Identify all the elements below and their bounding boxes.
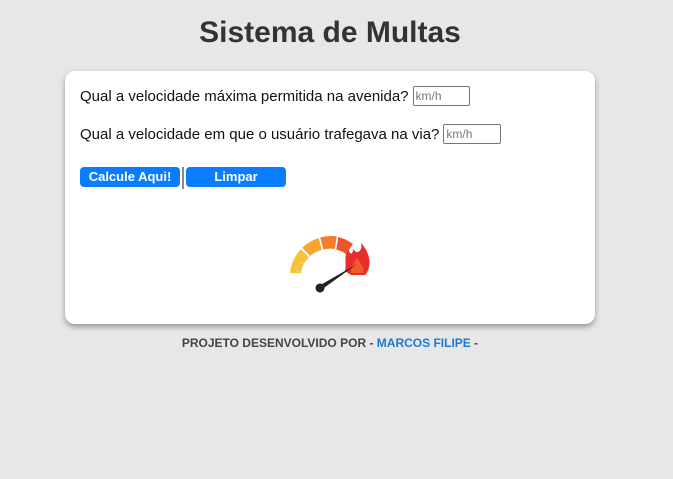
clear-button[interactable]: Limpar bbox=[186, 167, 286, 187]
form-card: Qual a velocidade máxima permitida na av… bbox=[65, 71, 595, 324]
user-speed-label: Qual a velocidade em que o usuário trafe… bbox=[80, 125, 440, 143]
max-speed-input[interactable] bbox=[412, 86, 470, 106]
button-divider bbox=[182, 167, 184, 189]
user-speed-input[interactable] bbox=[443, 124, 502, 144]
author-link[interactable]: MARCOS FILIPE bbox=[377, 336, 471, 350]
user-speed-row: Qual a velocidade em que o usuário trafe… bbox=[80, 123, 502, 145]
max-speed-row: Qual a velocidade máxima permitida na av… bbox=[80, 85, 470, 107]
footer-prefix: PROJETO DESENVOLVIDO POR - bbox=[181, 336, 374, 350]
footer: PROJETO DESENVOLVIDO POR - MARCOS FILIPE… bbox=[0, 336, 660, 350]
footer-suffix: - bbox=[474, 336, 479, 350]
max-speed-label: Qual a velocidade máxima permitida na av… bbox=[80, 87, 409, 105]
page: Sistema de Multas Qual a velocidade máxi… bbox=[0, 0, 673, 479]
speedometer-flame-icon bbox=[290, 236, 370, 293]
page-title: Sistema de Multas bbox=[199, 16, 461, 49]
calculate-button[interactable]: Calcule Aqui! bbox=[80, 167, 180, 187]
